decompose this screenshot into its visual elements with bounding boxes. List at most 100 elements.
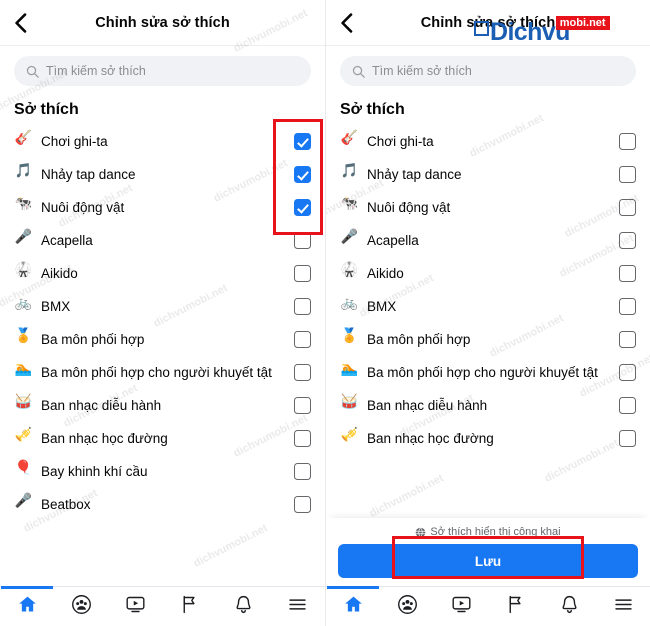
interest-row[interactable]: 🚲 BMX (326, 290, 650, 323)
search-bar[interactable] (340, 56, 636, 86)
interest-emoji-icon: 🎺 (14, 427, 33, 443)
search-bar[interactable] (14, 56, 311, 86)
friends-icon (71, 594, 92, 620)
interest-checkbox[interactable] (294, 298, 311, 315)
interest-checkbox[interactable] (294, 199, 311, 216)
interest-row[interactable]: 🏅 Ba môn phối hợp (326, 323, 650, 356)
interest-row[interactable]: 🎈 Bay khinh khí cầu (0, 455, 325, 488)
interest-emoji-icon: 🎈 (14, 460, 33, 476)
nav-item-friends[interactable] (380, 587, 434, 626)
interest-emoji-icon: 🎤 (340, 229, 359, 245)
interest-checkbox[interactable] (619, 430, 636, 447)
nav-item-marketplace[interactable] (163, 587, 217, 626)
interest-checkbox[interactable] (294, 463, 311, 480)
interest-checkbox[interactable] (294, 364, 311, 381)
interest-emoji-icon: 🏅 (340, 328, 359, 344)
interest-label: Nuôi động vật (41, 199, 125, 215)
interest-checkbox[interactable] (294, 430, 311, 447)
interest-label: Nhảy tap dance (367, 166, 462, 182)
interest-label: BMX (41, 298, 71, 314)
interest-row[interactable]: 🎺 Ban nhạc học đường (326, 422, 650, 455)
interest-checkbox[interactable] (619, 265, 636, 282)
interest-row[interactable]: 🥁 Ban nhạc diễu hành (326, 389, 650, 422)
video-play-icon (451, 594, 472, 620)
interest-checkbox[interactable] (619, 232, 636, 249)
interest-checkbox[interactable] (619, 199, 636, 216)
interest-checkbox[interactable] (619, 331, 636, 348)
interest-row[interactable]: 🚲 BMX (0, 290, 325, 323)
interest-label: Chơi ghi-ta (367, 133, 434, 149)
search-input[interactable] (46, 64, 299, 78)
interest-list-right: 🎸 Chơi ghi-ta 🎵 Nhảy tap dance 🐄 Nuôi động vậ… (326, 125, 650, 455)
interest-row[interactable]: 🥋 Aikido (0, 257, 325, 290)
interest-checkbox[interactable] (294, 232, 311, 249)
back-button[interactable] (0, 0, 40, 46)
interest-row[interactable]: 🎵 Nhảy tap dance (0, 158, 325, 191)
interest-row[interactable]: 🎸 Chơi ghi-ta (0, 125, 325, 158)
chevron-left-icon (14, 12, 26, 33)
nav-item-watch[interactable] (108, 587, 162, 626)
nav-item-home[interactable] (0, 587, 54, 626)
interest-label: Bay khinh khí cầu (41, 463, 148, 479)
nav-item-friends[interactable] (54, 587, 108, 626)
chevron-left-icon (340, 12, 352, 33)
interest-checkbox[interactable] (294, 397, 311, 414)
interest-emoji-icon: 🚲 (14, 295, 33, 311)
privacy-label: Sở thích hiển thị công khai (430, 526, 561, 538)
flag-icon (505, 594, 526, 620)
interest-label: Nuôi động vật (367, 199, 451, 215)
interest-row[interactable]: 🏊 Ba môn phối hợp cho người khuyết tật (0, 356, 325, 389)
interest-emoji-icon: 🎵 (14, 163, 33, 179)
nav-item-notifications[interactable] (542, 587, 596, 626)
interest-checkbox[interactable] (294, 265, 311, 282)
save-button[interactable]: Lưu (338, 544, 638, 578)
interest-checkbox[interactable] (619, 133, 636, 150)
back-button[interactable] (326, 0, 366, 46)
bottom-navigation-left (0, 586, 325, 626)
interest-row[interactable]: 🎤 Beatbox (0, 488, 325, 521)
search-input[interactable] (372, 64, 624, 78)
nav-item-notifications[interactable] (217, 587, 271, 626)
interest-checkbox[interactable] (619, 166, 636, 183)
search-icon (26, 65, 39, 78)
interest-row[interactable]: 🥋 Aikido (326, 257, 650, 290)
nav-item-watch[interactable] (434, 587, 488, 626)
interest-row[interactable]: 🥁 Ban nhạc diễu hành (0, 389, 325, 422)
nav-item-menu[interactable] (596, 587, 650, 626)
interest-checkbox[interactable] (294, 331, 311, 348)
interest-row[interactable]: 🎸 Chơi ghi-ta (326, 125, 650, 158)
bell-icon (233, 594, 254, 620)
home-icon (17, 594, 38, 620)
interest-checkbox[interactable] (294, 496, 311, 513)
interest-row[interactable]: 🐄 Nuôi động vật (0, 191, 325, 224)
interest-row[interactable]: 🏊 Ba môn phối hợp cho người khuyết tật (326, 356, 650, 389)
interest-row[interactable]: 🏅 Ba môn phối hợp (0, 323, 325, 356)
interest-checkbox[interactable] (619, 364, 636, 381)
interest-label: Ban nhạc diễu hành (367, 397, 488, 413)
interest-checkbox[interactable] (294, 166, 311, 183)
interest-row[interactable]: 🎺 Ban nhạc học đường (0, 422, 325, 455)
interest-checkbox[interactable] (619, 397, 636, 414)
bottom-navigation-right (326, 586, 650, 626)
interest-emoji-icon: 🎸 (14, 130, 33, 146)
interest-row[interactable]: 🎤 Acapella (326, 224, 650, 257)
interest-emoji-icon: 🐄 (340, 196, 359, 212)
interest-row[interactable]: 🐄 Nuôi động vật (326, 191, 650, 224)
interest-row[interactable]: 🎵 Nhảy tap dance (326, 158, 650, 191)
privacy-note: Sở thích hiển thị công khai (338, 522, 638, 544)
interest-label: Ban nhạc học đường (367, 430, 494, 446)
section-title: Sở thích (340, 101, 405, 118)
interest-checkbox[interactable] (294, 133, 311, 150)
interest-row[interactable]: 🎤 Acapella (0, 224, 325, 257)
nav-item-menu[interactable] (271, 587, 325, 626)
interest-label: BMX (367, 298, 397, 314)
phone-screen-left: dichvumobi.net dichvumobi.net dichvumobi… (0, 0, 325, 626)
nav-item-marketplace[interactable] (488, 587, 542, 626)
interest-emoji-icon: 🏊 (340, 361, 359, 377)
search-icon (352, 65, 365, 78)
interest-label: Acapella (41, 232, 93, 248)
nav-item-home[interactable] (326, 587, 380, 626)
interest-label: Chơi ghi-ta (41, 133, 108, 149)
search-container-left (0, 46, 325, 90)
interest-checkbox[interactable] (619, 298, 636, 315)
